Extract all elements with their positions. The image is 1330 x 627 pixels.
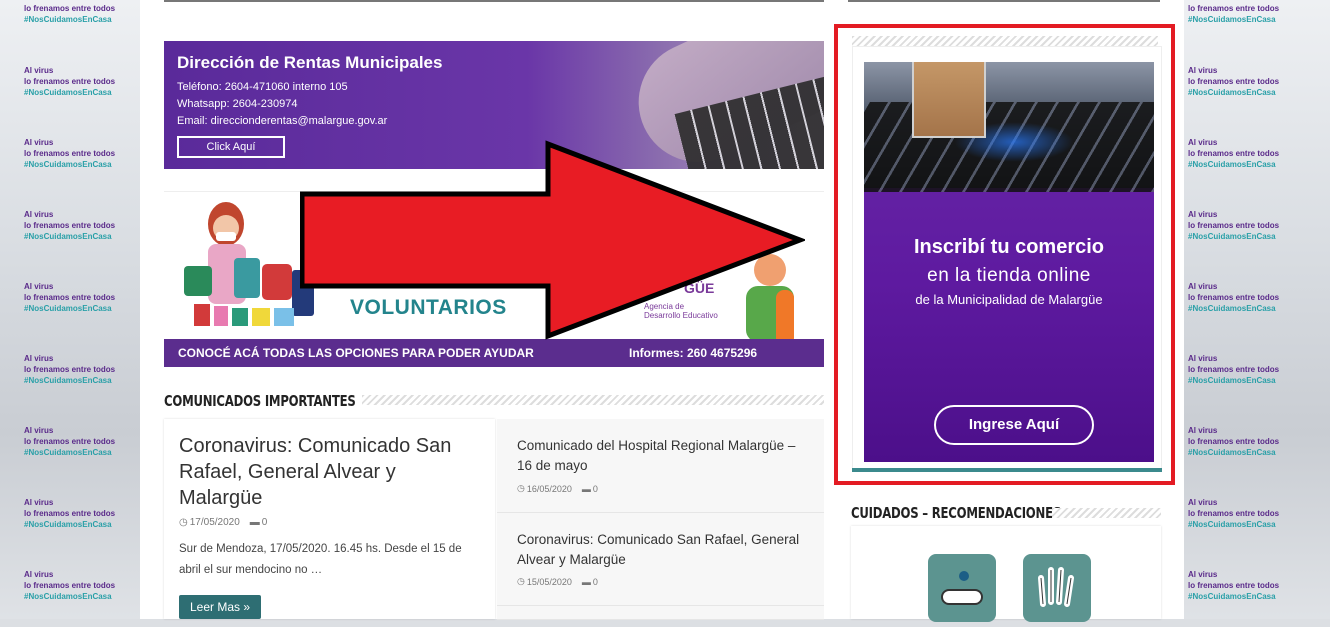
- list-item: [497, 606, 824, 620]
- campaign-text: Al virus lo frenamos entre todos #NosCuida…: [1188, 426, 1280, 457]
- featured-article: Coronavirus: Comunicado San Rafael, Gene…: [164, 419, 495, 619]
- rentas-email: Email: direccionderentas@malargue.gov.ar: [177, 115, 388, 127]
- campaign-text: Al virus lo frenamos entre todos #NosCuida…: [1188, 354, 1280, 385]
- campaign-text: Al virus lo frenamos entre todos #NosCuida…: [24, 354, 116, 385]
- campaign-text: Al virus lo frenamos entre todos #NosCuida…: [24, 282, 116, 313]
- rentas-click-button[interactable]: Click Aquí: [177, 136, 285, 158]
- voluntarios-cta[interactable]: CONOCÉ ACÁ TODAS LAS OPCIONES PARA PODER…: [178, 346, 534, 360]
- rentas-phone: Teléfono: 2604-471060 interno 105: [177, 81, 348, 93]
- campaign-text: lo frenamos entre todos #NosCuidamosEnCas…: [1188, 4, 1280, 24]
- red-arrow-overlay: [300, 140, 805, 340]
- article-date: 15/05/2020: [526, 576, 572, 587]
- comment-icon: ▬: [249, 517, 260, 528]
- comment-count[interactable]: 0: [262, 517, 268, 528]
- voluntarios-info: Informes: 260 4675296: [629, 346, 758, 360]
- cuidados-widget: [851, 526, 1161, 622]
- right-background: lo frenamos entre todos #NosCuidamosEnCas…: [1184, 0, 1330, 619]
- list-item: Coronavirus: Comunicado San Rafael, Gene…: [497, 513, 824, 606]
- comment-icon: ▬: [581, 576, 591, 587]
- widget-stripes: [852, 36, 1158, 46]
- ad-subheadline: en la tienda online: [927, 265, 1091, 286]
- ad-subtext: de la Municipalidad de Malargüe: [915, 292, 1103, 307]
- ingrese-aqui-button[interactable]: Ingrese Aquí: [934, 405, 1094, 445]
- top-divider: [164, 0, 824, 2]
- list-item-meta: ◷ 15/05/2020 ▬ 0: [517, 576, 598, 587]
- article-date: 16/05/2020: [526, 483, 572, 494]
- campaign-text: lo frenamos entre todos #NosCuidamosEnCas…: [24, 4, 116, 24]
- read-more-button[interactable]: Leer Mas »: [179, 595, 261, 619]
- list-item-title[interactable]: Coronavirus: Comunicado San Rafael, Gene…: [517, 530, 807, 570]
- campaign-text: Al virus lo frenamos entre todos #NosCuida…: [1188, 282, 1280, 313]
- campaign-text: Al virus lo frenamos entre todos #NosCuida…: [24, 138, 116, 169]
- campaign-text: Al virus lo frenamos entre todos #NosCuida…: [24, 210, 116, 241]
- comment-icon: ▬: [581, 483, 591, 494]
- widget-bottom-line: [852, 468, 1162, 472]
- section-stripes: [1052, 508, 1161, 518]
- top-divider-right: [848, 0, 1160, 2]
- tienda-online-ad[interactable]: Inscribí tu comercio en la tienda online…: [864, 62, 1154, 462]
- left-background: lo frenamos entre todos #NosCuidamosEnCas…: [0, 0, 140, 619]
- clock-icon: ◷: [179, 517, 188, 528]
- campaign-text: Al virus lo frenamos entre todos #NosCuida…: [1188, 138, 1280, 169]
- article-date: 17/05/2020: [189, 517, 240, 528]
- glove-hand-icon[interactable]: [1023, 554, 1091, 622]
- cuidados-section-title: CUIDADOS – RECOMENDACIONES: [851, 504, 1062, 522]
- campaign-text: Al virus lo frenamos entre todos #NosCuida…: [24, 570, 116, 601]
- list-item-title[interactable]: Comunicado del Hospital Regional Malargü…: [517, 436, 807, 476]
- clock-icon: ◷: [517, 576, 525, 586]
- ad-headline: Inscribí tu comercio: [913, 236, 1105, 258]
- list-item: Comunicado del Hospital Regional Malargü…: [497, 419, 824, 513]
- rentas-title: Dirección de Rentas Municipales: [177, 53, 443, 72]
- campaign-text: Al virus lo frenamos entre todos #NosCuida…: [1188, 210, 1280, 241]
- comunicados-section-title: COMUNICADOS IMPORTANTES: [164, 392, 356, 410]
- highlighted-ad-box: Inscribí tu comercio en la tienda online…: [834, 24, 1175, 485]
- campaign-text: Al virus lo frenamos entre todos #NosCuida…: [24, 66, 116, 97]
- laptop-photo: [864, 62, 1154, 192]
- campaign-text: Al virus lo frenamos entre todos #NosCuida…: [1188, 66, 1280, 97]
- shopping-cart-icon: [912, 62, 986, 138]
- list-item-meta: ◷ 16/05/2020 ▬ 0: [517, 483, 598, 494]
- featured-article-title[interactable]: Coronavirus: Comunicado San Rafael, Gene…: [179, 433, 479, 511]
- clock-icon: ◷: [517, 483, 525, 493]
- campaign-text: Al virus lo frenamos entre todos #NosCuida…: [1188, 570, 1280, 601]
- comment-count[interactable]: 0: [593, 577, 598, 587]
- comment-count[interactable]: 0: [593, 484, 598, 494]
- hand-wash-icon[interactable]: [928, 554, 996, 622]
- section-stripes: [362, 395, 824, 405]
- campaign-text: Al virus lo frenamos entre todos #NosCuida…: [24, 498, 116, 529]
- featured-article-excerpt: Sur de Mendoza, 17/05/2020. 16.45 hs. De…: [179, 543, 462, 576]
- featured-article-meta: ◷ 17/05/2020 ▬ 0: [179, 517, 267, 528]
- campaign-text: Al virus lo frenamos entre todos #NosCuida…: [1188, 498, 1280, 529]
- rentas-whatsapp: Whatsapp: 2604-230974: [177, 98, 298, 110]
- campaign-text: Al virus lo frenamos entre todos #NosCuida…: [24, 426, 116, 457]
